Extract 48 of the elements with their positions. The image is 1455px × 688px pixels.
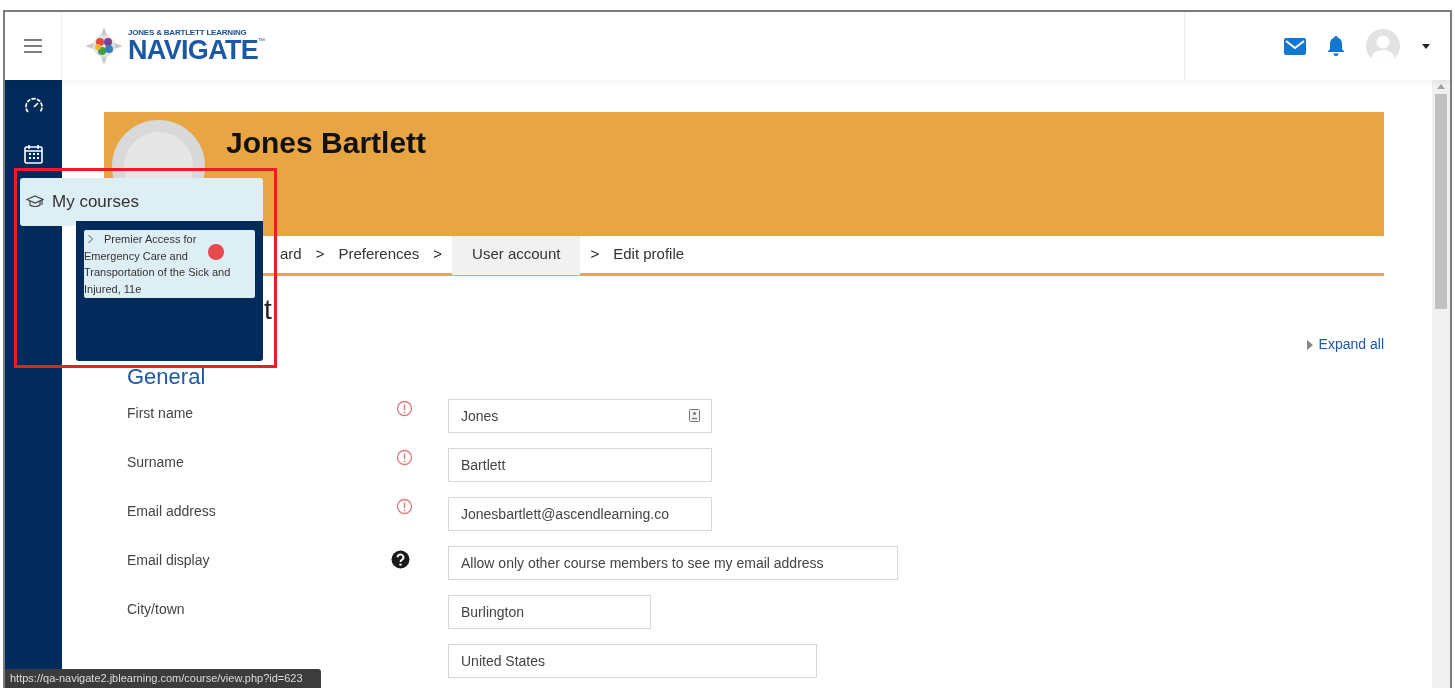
bell-icon: [1326, 35, 1346, 57]
field-label: Surname: [127, 454, 184, 470]
scrollbar-thumb[interactable]: [1435, 94, 1447, 309]
compass-logo-icon: [84, 26, 124, 66]
text-field[interactable]: Jonesbartlett@ascendlearning.co: [448, 497, 712, 531]
expand-all-link[interactable]: Expand all: [1306, 334, 1384, 355]
messages-button[interactable]: [1284, 37, 1306, 55]
profile-name: Jones Bartlett: [226, 126, 427, 159]
help-icon[interactable]: [391, 550, 410, 569]
mail-icon: [1284, 37, 1306, 55]
logo-tagline: JONES & BARTLETT LEARNING: [128, 28, 248, 37]
breadcrumb-separator: >: [432, 244, 444, 265]
scroll-up-icon: [1437, 84, 1445, 89]
text-field[interactable]: Burlington: [448, 595, 651, 629]
field-label: Email address: [127, 503, 216, 519]
field-label: Email display: [127, 552, 210, 568]
text-field[interactable]: Jones: [448, 399, 712, 433]
required-icon: [396, 449, 413, 466]
required-icon: [396, 498, 413, 515]
field-label: First name: [127, 405, 194, 421]
status-url-tooltip: https://qa-navigate2.jblearning.com/course/view.php?id=623: [5, 669, 321, 688]
caret-icon: [1306, 339, 1313, 350]
breadcrumb-separator: >: [314, 244, 326, 265]
scrollbar[interactable]: [1432, 80, 1450, 688]
logo-wordmark: NAVIGATE: [128, 36, 259, 64]
avatar-icon: [1366, 29, 1400, 63]
graduation-cap-icon: [26, 195, 44, 209]
breadcrumb-link[interactable]: Edit profile: [609, 234, 689, 275]
course-link[interactable]: Premier Access for Emergency Care and Transportation of the Sick and Injured, 11e: [84, 230, 255, 298]
required-icon: [396, 400, 413, 417]
notifications-button[interactable]: [1326, 35, 1346, 57]
contact-card-icon[interactable]: [689, 409, 700, 422]
breadcrumb-link[interactable]: ard: [276, 234, 306, 275]
caret-icon: [1422, 43, 1430, 49]
text-field[interactable]: Allow only other course members to see my email address: [448, 546, 898, 580]
page-heading: t: [264, 296, 272, 324]
breadcrumb-separator: >: [589, 244, 601, 265]
section-title: General: [127, 363, 207, 391]
calendar-button[interactable]: [24, 144, 43, 164]
my-courses-item[interactable]: My courses: [20, 178, 263, 226]
chevron-right-icon: [87, 234, 95, 244]
text-field[interactable]: Bartlett: [448, 448, 712, 482]
field-label: City/town: [127, 601, 185, 617]
calendar-icon: [24, 144, 43, 164]
breadcrumb-link[interactable]: Preferences: [334, 234, 424, 275]
menu-icon: [24, 39, 42, 53]
breadcrumb-link[interactable]: User account: [452, 234, 581, 275]
text-field[interactable]: United States: [448, 644, 817, 678]
